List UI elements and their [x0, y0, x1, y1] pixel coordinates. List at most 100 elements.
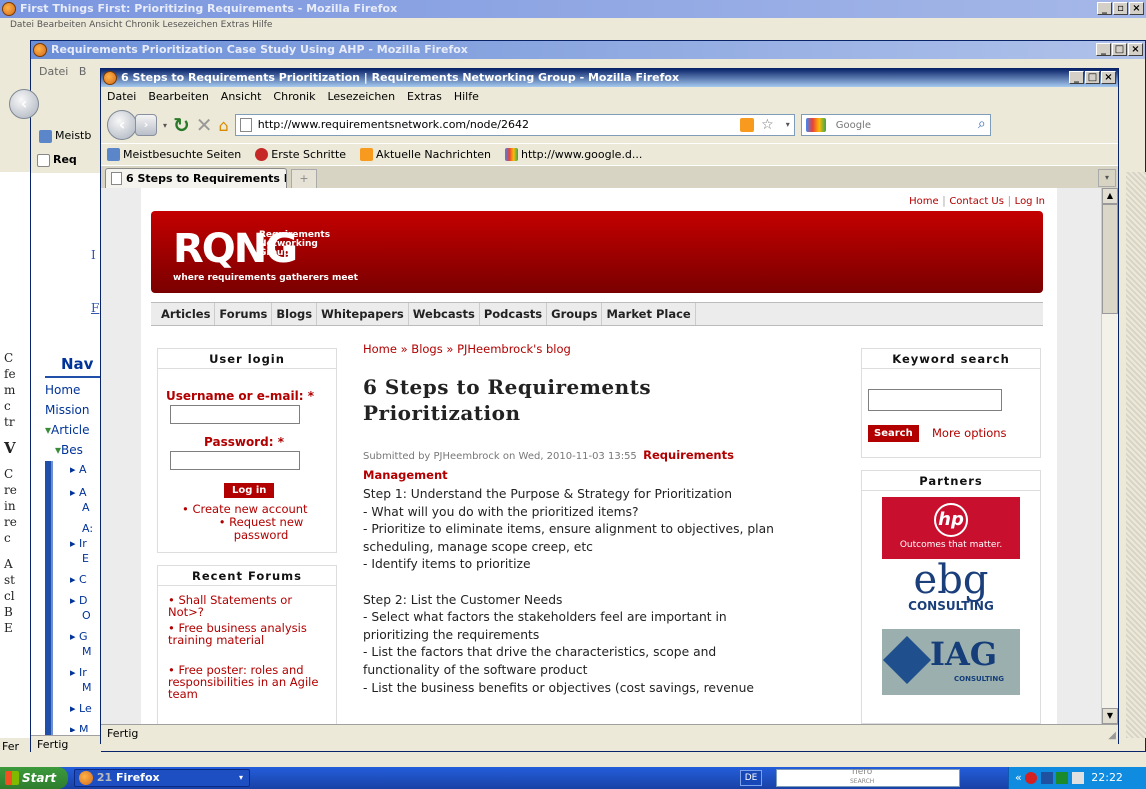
bookmark-star-icon[interactable]: ☆ — [761, 115, 774, 135]
bookmark-aktuelle-nachrichten[interactable]: Aktuelle Nachrichten — [360, 148, 491, 162]
history-dropdown-icon[interactable]: ▾ — [163, 121, 167, 130]
bookmark-icon — [39, 129, 52, 143]
menu-lesezeichen[interactable]: Lesezeichen — [327, 87, 395, 107]
breadcrumb[interactable]: Home » Blogs » PJHeembrock's blog — [363, 342, 571, 356]
google-icon[interactable] — [805, 118, 826, 132]
menu-chronik[interactable]: Chronik — [273, 87, 315, 107]
bookmark-meistb[interactable]: Meistb — [39, 129, 91, 143]
bluetooth-icon[interactable] — [1025, 772, 1038, 784]
url-bar[interactable]: http://www.requirementsnetwork.com/node/… — [234, 114, 795, 136]
language-indicator[interactable]: DE — [740, 770, 762, 786]
page-scrollbar[interactable]: ▲ ▼ — [1101, 188, 1118, 724]
taskbar-firefox-group[interactable]: 21 Firefox ▾ — [74, 769, 250, 787]
stop-icon[interactable]: ✕ — [196, 113, 213, 137]
menu-forums[interactable]: Forums — [215, 303, 273, 325]
nav-subitem[interactable]: ▸ A — [70, 462, 100, 477]
tab-mid[interactable]: Req — [37, 153, 77, 167]
back-button[interactable]: ‹ — [9, 89, 39, 119]
window-mid-controls[interactable]: _ □ × — [1096, 43, 1143, 56]
create-account-link[interactable]: • Create new account — [182, 502, 308, 516]
nav-subitem[interactable]: ▸ Ir — [70, 665, 100, 680]
nav-home[interactable]: Home — [45, 383, 80, 397]
nav-subitem[interactable]: ▸ Le — [70, 701, 100, 716]
request-password-link[interactable]: • Request new password — [216, 516, 306, 542]
nav-mission[interactable]: Mission — [45, 403, 89, 417]
nav-subitem[interactable]: ▸ M — [70, 722, 100, 732]
nav-article[interactable]: ▾Article — [45, 423, 90, 437]
display-icon[interactable] — [1071, 772, 1084, 784]
more-options-link[interactable]: More options — [932, 426, 1007, 440]
top-link-home[interactable]: Home — [909, 196, 939, 207]
password-input[interactable] — [170, 451, 300, 470]
resize-grip-icon[interactable]: ◢ — [1108, 727, 1116, 745]
bookmark-google[interactable]: http://www.google.d... — [505, 148, 642, 162]
username-input[interactable] — [170, 405, 300, 424]
new-tab-button[interactable]: + — [291, 169, 317, 189]
window-mid-menu[interactable]: Datei B — [39, 65, 86, 78]
forum-item[interactable]: • Shall Statements or Not>? — [168, 594, 328, 618]
article-line: prioritizing the requirements — [363, 627, 540, 642]
nav-bes[interactable]: ▾Bes — [55, 443, 83, 457]
menu-bearbeiten[interactable]: Bearbeiten — [148, 87, 208, 107]
menu-webcasts[interactable]: Webcasts — [409, 303, 480, 325]
network-icon[interactable] — [1040, 772, 1053, 784]
close-button[interactable]: × — [1101, 71, 1116, 84]
tray-expand-icon[interactable]: « — [1015, 771, 1022, 784]
menu-whitepapers[interactable]: Whitepapers — [317, 303, 409, 325]
reload-icon[interactable]: ↻ — [173, 113, 190, 137]
window-back-controls[interactable]: _ ▫ × — [1097, 2, 1144, 15]
search-input[interactable] — [835, 117, 956, 133]
menu-articles[interactable]: Articles — [157, 303, 216, 325]
window-front-controls[interactable]: _ □ × — [1069, 71, 1116, 84]
scroll-thumb[interactable] — [1102, 204, 1118, 314]
menu-ansicht[interactable]: Ansicht — [221, 87, 262, 107]
window-back-menu[interactable]: Datei Bearbeiten Ansicht Chronik Lesezei… — [10, 20, 272, 30]
forum-item[interactable]: • Free business analysis training materi… — [168, 622, 328, 646]
home-icon[interactable]: ⌂ — [219, 116, 229, 135]
top-link-login[interactable]: Log In — [1015, 196, 1045, 207]
minimize-button[interactable]: _ — [1069, 71, 1084, 84]
forward-button[interactable]: › — [135, 114, 157, 136]
nav-subitem[interactable]: ▸ C — [70, 572, 100, 587]
window-back-title: First Things First: Prioritizing Require… — [20, 2, 398, 15]
scroll-up-arrow[interactable]: ▲ — [1102, 188, 1118, 204]
nav-subitem[interactable]: ▸ A — [70, 485, 100, 500]
menu-blogs[interactable]: Blogs — [272, 303, 318, 325]
rss-icon[interactable] — [739, 118, 754, 132]
search-engine-box[interactable]: ⌕ — [800, 114, 991, 136]
menu-datei[interactable]: Datei — [39, 65, 68, 78]
keyword-input[interactable] — [868, 389, 1002, 411]
ebg-logo[interactable]: ebg CONSULTING — [882, 560, 1020, 625]
tab-active[interactable]: 6 Steps to Requirements Prioritizati... — [105, 168, 287, 190]
hp-logo[interactable]: hp Outcomes that matter. — [882, 497, 1020, 559]
start-button[interactable]: Start — [0, 767, 68, 789]
bookmark-meistbesucht[interactable]: Meistbesuchte Seiten — [107, 148, 241, 162]
menu-extras[interactable]: Extras — [407, 87, 442, 107]
url-dropdown-icon[interactable]: ▾ — [786, 115, 790, 135]
menu-hilfe[interactable]: Hilfe — [454, 87, 479, 107]
nav-subitem[interactable]: ▸ G — [70, 629, 100, 644]
menu-datei[interactable]: Datei — [107, 87, 136, 107]
back-scrollbar[interactable] — [1126, 172, 1146, 738]
search-magnifier-icon[interactable]: ⌕ — [978, 114, 986, 134]
nav-subitem[interactable]: ▸ D — [70, 593, 100, 608]
back-button[interactable]: ‹ — [107, 110, 137, 140]
bookmark-erste-schritte[interactable]: Erste Schritte — [255, 148, 346, 162]
tab-list-dropdown-icon[interactable]: ▾ — [1098, 169, 1116, 187]
menu-market-place[interactable]: Market Place — [602, 303, 696, 325]
scroll-down-arrow[interactable]: ▼ — [1102, 708, 1118, 724]
menu-groups[interactable]: Groups — [547, 303, 603, 325]
search-button[interactable]: Search — [868, 425, 919, 442]
iag-logo[interactable]: IAG CONSULTING — [882, 629, 1020, 695]
menu-b[interactable]: B — [79, 65, 87, 78]
maximize-button[interactable]: □ — [1085, 71, 1100, 84]
nav-subitem[interactable]: ▸ Ir — [70, 536, 100, 551]
menu-podcasts[interactable]: Podcasts — [480, 303, 548, 325]
page-icon — [239, 118, 252, 132]
clock[interactable]: 22:22 — [1091, 771, 1123, 784]
top-link-contact[interactable]: Contact Us — [949, 196, 1004, 207]
login-button[interactable]: Log in — [224, 483, 275, 498]
forum-item[interactable]: • Free poster: roles and responsibilitie… — [168, 664, 328, 700]
volume-icon[interactable] — [1056, 772, 1069, 784]
tab-strip: 6 Steps to Requirements Prioritizati... … — [101, 165, 1118, 190]
